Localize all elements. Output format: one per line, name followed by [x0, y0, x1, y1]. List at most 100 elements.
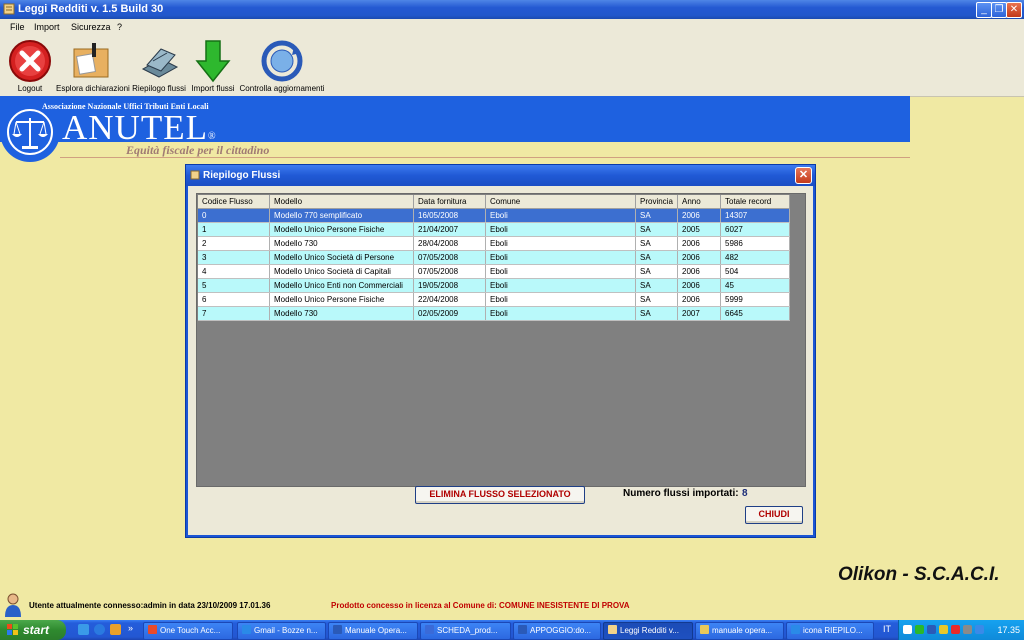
- close-button[interactable]: CHIUDI: [745, 506, 803, 524]
- system-tray: 17.35: [898, 620, 1024, 640]
- table-row[interactable]: 2 Modello 730 28/04/2008 Eboli SA 2006 5986: [198, 236, 790, 251]
- cell-anno: 2006: [677, 236, 721, 251]
- cell-anno: 2006: [677, 208, 721, 223]
- task-label: One Touch Acc...: [160, 626, 221, 635]
- cell-provincia: SA: [635, 264, 678, 279]
- cell-modello: Modello 770 semplificato: [269, 208, 414, 223]
- task-app-icon: [700, 625, 709, 634]
- tray-antivirus-icon[interactable]: [951, 625, 960, 634]
- tray-security-icon[interactable]: [939, 625, 948, 634]
- cell-data: 28/04/2008: [413, 236, 486, 251]
- col-anno[interactable]: Anno: [677, 195, 721, 209]
- cell-modello: Modello Unico Persone Fisiche: [269, 222, 414, 237]
- task-label: Gmail - Bozze n...: [254, 626, 318, 635]
- task-app-icon: [242, 625, 251, 634]
- cell-totale: 5999: [720, 292, 790, 307]
- cell-codice: 7: [198, 306, 270, 321]
- table-row[interactable]: 0 Modello 770 semplificato 16/05/2008 Eboli…: [198, 208, 790, 223]
- language-indicator[interactable]: IT: [883, 624, 891, 634]
- menu-bar: File Import Sicurezza ?: [0, 19, 1024, 35]
- cell-codice: 3: [198, 250, 270, 265]
- import-button[interactable]: Import flussi: [189, 35, 237, 95]
- dialog-title: Riepilogo Flussi: [203, 170, 281, 181]
- cell-codice: 1: [198, 222, 270, 237]
- task-app-icon: [425, 625, 434, 634]
- delete-flow-button[interactable]: ELIMINA FLUSSO SELEZIONATO: [415, 486, 585, 504]
- registered-mark: ®: [207, 131, 217, 142]
- col-codice-flusso[interactable]: Codice Flusso: [198, 195, 270, 209]
- taskbar-task[interactable]: icona RIEPILO...: [786, 622, 874, 640]
- taskbar-task[interactable]: SCHEDA_prod...: [420, 622, 511, 640]
- cell-comune: Eboli: [485, 236, 636, 251]
- col-modello[interactable]: Modello: [269, 195, 414, 209]
- tray-display-icon[interactable]: [975, 625, 984, 634]
- cell-data: 07/05/2008: [413, 264, 486, 279]
- cell-comune: Eboli: [485, 264, 636, 279]
- import-icon: [195, 40, 231, 83]
- taskbar-task[interactable]: manuale opera...: [695, 622, 784, 640]
- window-close-button[interactable]: ✕: [1006, 2, 1022, 18]
- table-row[interactable]: 5 Modello Unico Enti non Commerciali 19/05…: [198, 278, 790, 293]
- taskbar-task[interactable]: One Touch Acc...: [143, 622, 233, 640]
- cell-data: 22/04/2008: [413, 292, 486, 307]
- explore-icon: [73, 43, 109, 78]
- logout-button[interactable]: Logout: [4, 35, 56, 95]
- task-label: Leggi Redditi v...: [620, 626, 679, 635]
- table-row[interactable]: 4 Modello Unico Società di Capitali 07/05/…: [198, 264, 790, 279]
- quicklaunch-outlook-icon[interactable]: [110, 624, 121, 635]
- cell-data: 21/04/2007: [413, 222, 486, 237]
- menu-import[interactable]: Import: [34, 22, 60, 32]
- task-label: icona RIEPILO...: [803, 626, 863, 635]
- taskbar-task[interactable]: Leggi Redditi v...: [603, 622, 693, 640]
- table-row[interactable]: 6 Modello Unico Persone Fisiche 22/04/2008…: [198, 292, 790, 307]
- start-button[interactable]: start: [0, 620, 66, 640]
- cell-modello: Modello 730: [269, 306, 414, 321]
- tray-help-icon[interactable]: [903, 625, 912, 634]
- cell-comune: Eboli: [485, 208, 636, 223]
- maximize-button[interactable]: ❐: [991, 2, 1007, 18]
- summary-button[interactable]: Riepilogo flussi: [130, 35, 188, 95]
- windows-flag-icon: [7, 624, 18, 635]
- cell-data: 19/05/2008: [413, 278, 486, 293]
- taskbar-task[interactable]: Manuale Opera...: [328, 622, 418, 640]
- toolbar: Logout Esplora dichiarazioni Riepilogo f…: [0, 35, 1024, 97]
- tray-volume-icon[interactable]: [963, 625, 972, 634]
- taskbar-task[interactable]: APPOGGIO:do...: [513, 622, 601, 640]
- table-row[interactable]: 3 Modello Unico Società di Persone 07/05/2…: [198, 250, 790, 265]
- tray-network-icon[interactable]: [915, 625, 924, 634]
- minimize-button[interactable]: _: [976, 2, 992, 18]
- task-app-icon: [791, 625, 800, 634]
- explore-button[interactable]: Esplora dichiarazioni: [56, 35, 130, 95]
- dialog-close-button[interactable]: ✕: [795, 167, 812, 184]
- taskbar-task[interactable]: Gmail - Bozze n...: [237, 622, 326, 640]
- status-license: Prodotto concesso in licenza al Comune d…: [331, 601, 630, 610]
- cell-data: 02/05/2009: [413, 306, 486, 321]
- col-comune[interactable]: Comune: [485, 195, 636, 209]
- cell-codice: 5: [198, 278, 270, 293]
- start-label: start: [23, 623, 50, 637]
- col-totale-record[interactable]: Totale record: [720, 195, 790, 209]
- col-provincia[interactable]: Provincia: [635, 195, 678, 209]
- menu-help[interactable]: ?: [117, 22, 122, 32]
- menu-file[interactable]: File: [10, 22, 25, 32]
- explore-label: Esplora dichiarazioni: [56, 84, 130, 93]
- update-button[interactable]: Controlla aggiornamenti: [238, 35, 326, 95]
- dialog-title-bar: Riepilogo Flussi ✕: [186, 165, 815, 186]
- tray-monitor-icon[interactable]: [927, 625, 936, 634]
- quicklaunch-desktop-icon[interactable]: [78, 624, 89, 635]
- status-user: Utente attualmente connesso:admin in dat…: [29, 601, 271, 610]
- cell-comune: Eboli: [485, 306, 636, 321]
- task-label: Manuale Opera...: [345, 626, 407, 635]
- menu-sicurezza[interactable]: Sicurezza: [71, 22, 111, 32]
- quicklaunch-ie-icon[interactable]: [94, 624, 105, 635]
- quicklaunch-more-icon[interactable]: »: [128, 623, 133, 633]
- flussi-grid[interactable]: Codice Flusso Modello Data fornitura Com…: [196, 193, 806, 487]
- table-row[interactable]: 7 Modello 730 02/05/2009 Eboli SA 2007 6645: [198, 306, 790, 321]
- flow-count-value: 8: [742, 488, 748, 499]
- update-icon: [261, 40, 303, 82]
- col-data-fornitura[interactable]: Data fornitura: [413, 195, 486, 209]
- table-row[interactable]: 1 Modello Unico Persone Fisiche 21/04/2007…: [198, 222, 790, 237]
- import-label: Import flussi: [191, 84, 235, 93]
- credit-text: Olikon - S.C.A.C.I.: [838, 564, 1000, 585]
- cell-comune: Eboli: [485, 250, 636, 265]
